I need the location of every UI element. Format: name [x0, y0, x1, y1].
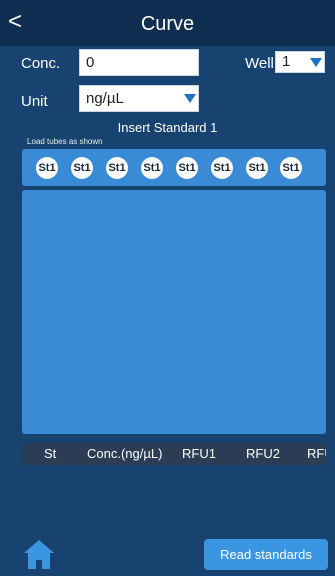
- column-header-conc: Conc.(ng/µL): [87, 446, 163, 461]
- tube-7: St1: [246, 157, 268, 179]
- read-standards-button[interactable]: Read standards: [204, 539, 328, 570]
- conc-input-value: 0: [86, 54, 95, 71]
- tube-1: St1: [36, 157, 58, 179]
- well-label: Well: [245, 55, 274, 72]
- well-select[interactable]: 1: [275, 51, 325, 73]
- dropdown-arrow-icon: [184, 94, 196, 103]
- tube-2: St1: [71, 157, 93, 179]
- column-header-rfu2: RFU2: [246, 446, 280, 461]
- column-header-st: St: [44, 446, 57, 461]
- page-title: Curve: [140, 13, 195, 35]
- table-header: St Conc.(ng/µL) RFU1 RFU2 RFU3: [22, 443, 326, 465]
- standard-caption: Insert Standard 1: [117, 120, 218, 135]
- tube-8: St1: [280, 157, 302, 179]
- tube-strip: St1 St1 St1 St1 St1 St1 St1 St1: [22, 149, 326, 186]
- home-button[interactable]: [22, 537, 56, 571]
- header-bar: < Curve: [0, 0, 335, 46]
- unit-label: Unit: [21, 93, 48, 110]
- well-select-value: 1: [282, 53, 291, 70]
- column-header-rfu3: RFU3: [307, 446, 326, 461]
- column-header-rfu1: RFU1: [182, 446, 216, 461]
- tube-4: St1: [141, 157, 163, 179]
- tube-6: St1: [211, 157, 233, 179]
- curve-panel: [22, 190, 326, 434]
- unit-select[interactable]: ng/µL: [79, 85, 199, 112]
- home-icon: [24, 540, 54, 569]
- load-hint: Load tubes as shown: [27, 137, 103, 146]
- conc-input[interactable]: 0: [79, 49, 199, 76]
- tube-3: St1: [106, 157, 128, 179]
- conc-label: Conc.: [21, 55, 61, 72]
- dropdown-arrow-icon: [310, 58, 322, 67]
- unit-select-value: ng/µL: [86, 90, 124, 107]
- tube-5: St1: [176, 157, 198, 179]
